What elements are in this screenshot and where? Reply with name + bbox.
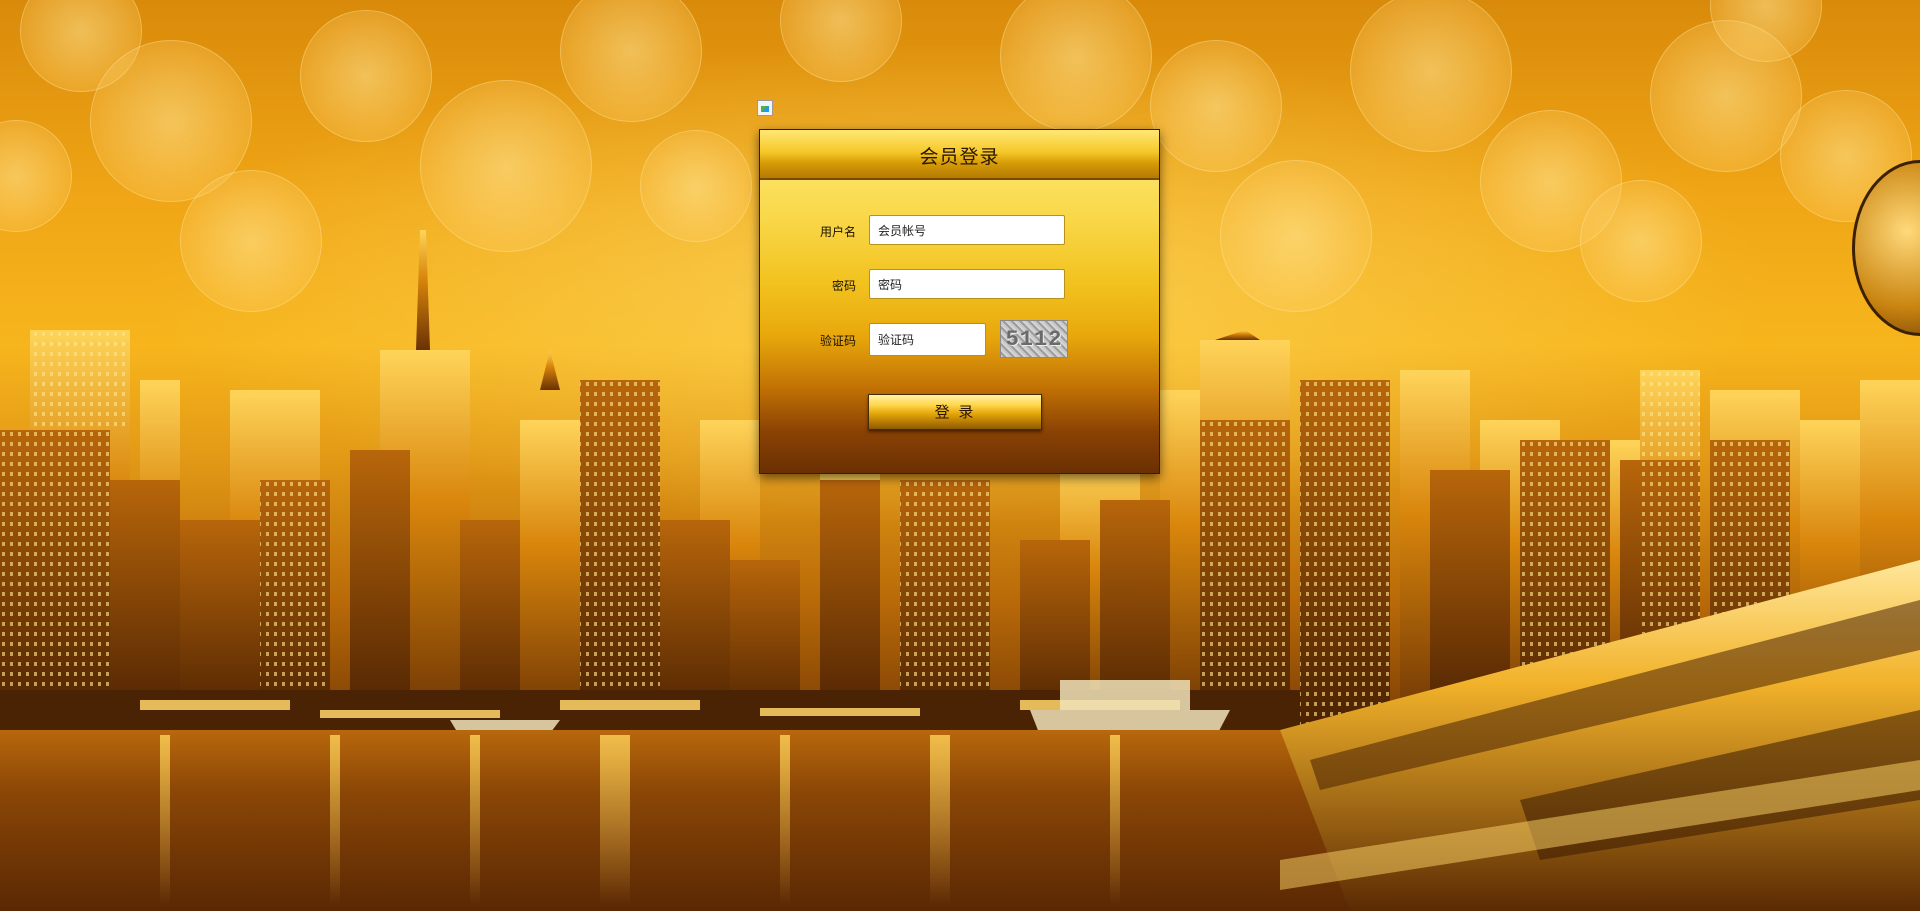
login-panel: 会员登录 用户名 密码 验证码 5112 登 录 <box>759 129 1160 474</box>
water-light-streak <box>930 735 950 905</box>
login-title: 会员登录 <box>919 146 1000 168</box>
username-label: 用户名 <box>819 225 856 239</box>
broken-image-icon <box>757 100 773 116</box>
water-light-streak <box>780 735 790 905</box>
water-light-streak <box>160 735 170 905</box>
train-decoration <box>1280 560 1920 911</box>
password-label: 密码 <box>831 279 856 293</box>
water-light-streak <box>1110 735 1120 905</box>
water-light-streak <box>330 735 340 905</box>
password-input[interactable] <box>869 269 1065 299</box>
water-light-streak <box>600 735 630 905</box>
captcha-image[interactable]: 5112 <box>1000 320 1068 358</box>
login-header: 会员登录 <box>760 130 1159 180</box>
login-button[interactable]: 登 录 <box>868 394 1042 430</box>
username-input[interactable] <box>869 215 1065 245</box>
captcha-label: 验证码 <box>819 334 856 348</box>
captcha-input[interactable] <box>869 323 986 356</box>
water-light-streak <box>470 735 480 905</box>
